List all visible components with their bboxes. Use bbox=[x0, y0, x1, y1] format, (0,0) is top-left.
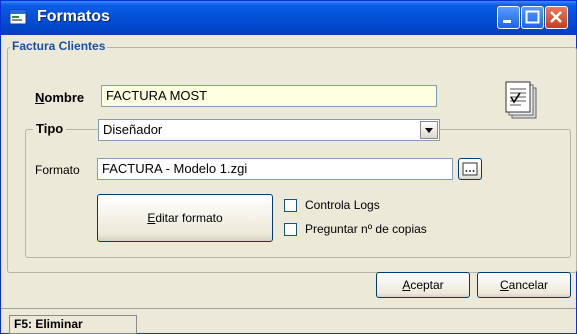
editar-formato-button[interactable]: Editar formato bbox=[97, 194, 273, 242]
browse-button[interactable] bbox=[458, 158, 482, 180]
statusbar-divider bbox=[1, 308, 576, 309]
nombre-field[interactable]: FACTURA MOST bbox=[101, 85, 437, 107]
nombre-label: Nombre bbox=[35, 90, 85, 105]
document-icon bbox=[505, 81, 537, 119]
preguntar-copias-label: Preguntar nº de copias bbox=[305, 222, 427, 236]
close-icon bbox=[550, 11, 562, 23]
factura-clientes-label: Factura Clientes bbox=[10, 39, 108, 53]
ellipsis-icon bbox=[462, 162, 478, 176]
f5-eliminar-button[interactable]: F5: Eliminar bbox=[9, 315, 137, 334]
cancelar-button[interactable]: Cancelar bbox=[477, 272, 571, 298]
tipo-label: Tipo bbox=[33, 121, 67, 136]
chevron-down-icon bbox=[425, 128, 433, 133]
maximize-button[interactable] bbox=[521, 6, 544, 29]
window-title: Formatos bbox=[37, 8, 110, 25]
minimize-icon bbox=[503, 20, 511, 23]
controla-logs-checkbox[interactable] bbox=[284, 199, 297, 212]
tipo-select[interactable]: Diseñador bbox=[98, 119, 440, 141]
preguntar-copias-checkbox[interactable] bbox=[284, 223, 297, 236]
maximize-icon bbox=[525, 10, 540, 24]
formato-field[interactable]: FACTURA - Modelo 1.zgi bbox=[97, 158, 453, 180]
aceptar-button[interactable]: Aceptar bbox=[376, 272, 470, 298]
dropdown-button[interactable] bbox=[420, 121, 438, 139]
minimize-button[interactable] bbox=[497, 6, 520, 29]
formatos-window: Formatos Factura Clientes Nombre FACTURA… bbox=[0, 0, 577, 334]
formato-label: Formato bbox=[35, 163, 80, 177]
close-button[interactable] bbox=[545, 6, 568, 29]
title-bar[interactable]: Formatos bbox=[1, 1, 576, 35]
tipo-select-value: Diseñador bbox=[103, 122, 163, 137]
form-window-icon bbox=[9, 9, 27, 25]
controla-logs-label: Controla Logs bbox=[305, 198, 380, 212]
